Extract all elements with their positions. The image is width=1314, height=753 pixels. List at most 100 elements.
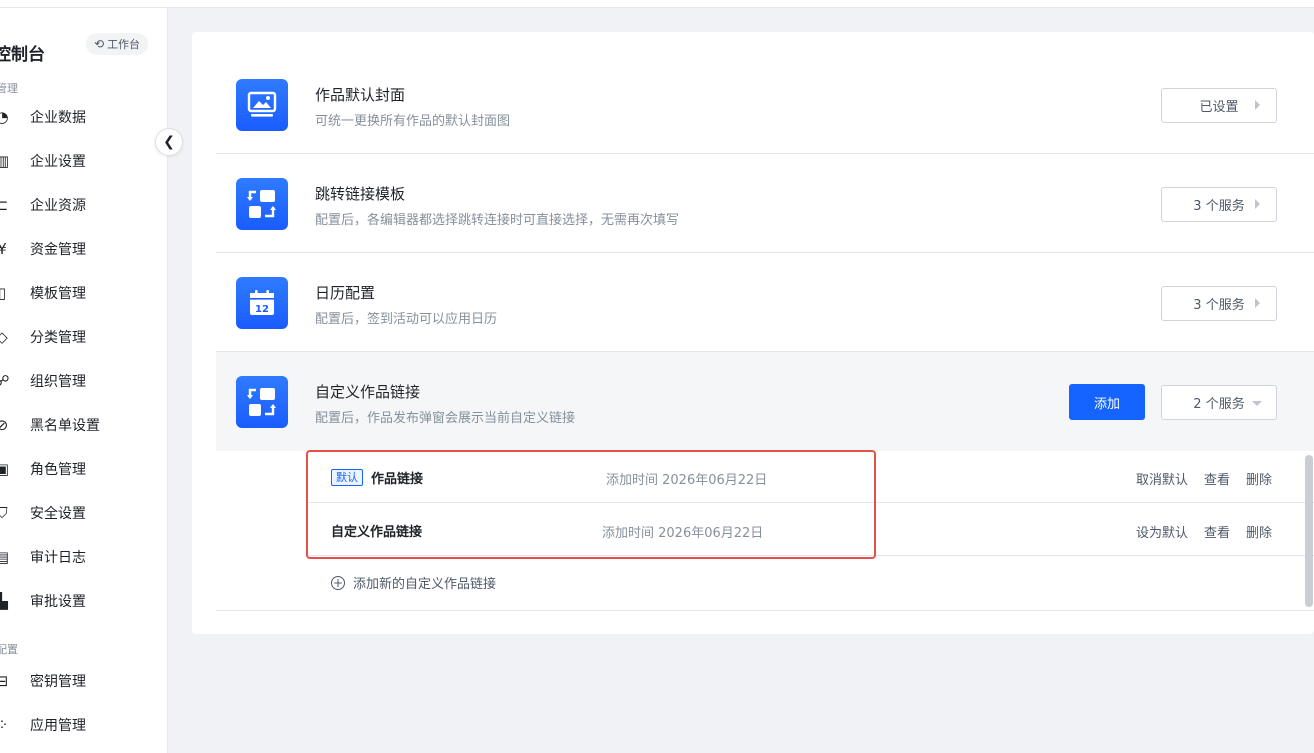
sidebar-item-label: 企业数据 [30, 110, 86, 126]
set-default-link[interactable]: 设为默认 [1136, 522, 1188, 541]
caret-down-icon [1252, 401, 1262, 406]
role-icon: ▣ [0, 460, 10, 478]
delete-link[interactable]: 删除 [1246, 469, 1272, 488]
list-item: 自定义作品链接 添加时间 2026年06月22日 设为默认 查看 删除 [307, 504, 1314, 556]
refresh-icon: ⟲ [94, 37, 105, 51]
setting-row-calendar: 12 日历配置 配置后，签到活动可以应用日历 3 个服务 [216, 253, 1314, 352]
sidebar-item-enterprise-settings[interactable]: ▥ 企业设置 [0, 139, 168, 183]
setting-desc: 配置后，签到活动可以应用日历 [315, 312, 498, 327]
add-custom-link-button[interactable]: 添加 [1069, 384, 1145, 420]
sidebar-item-organization[interactable]: ☍ 组织管理 [0, 359, 168, 403]
log-icon: ▤ [0, 548, 10, 566]
sidebar-item-enterprise-resources[interactable]: ⊏ 企业资源 [0, 183, 168, 227]
link-name: 默认 作品链接 [331, 468, 423, 487]
setting-title: 作品默认封面 [315, 86, 406, 104]
button-label: 已设置 [1199, 100, 1239, 115]
unset-default-link[interactable]: 取消默认 [1136, 469, 1188, 488]
brand-title: 控制台 [0, 45, 45, 65]
button-label: 2 个服务 [1193, 397, 1245, 412]
setting-desc: 可统一更换所有作品的默认封面图 [315, 114, 511, 129]
delete-link[interactable]: 删除 [1246, 522, 1272, 541]
setting-desc: 配置后，作品发布弹窗会展示当前自定义链接 [315, 411, 576, 426]
link-name-text: 作品链接 [371, 472, 424, 487]
setting-title: 跳转链接模板 [315, 185, 406, 203]
sidebar-item-label: 企业设置 [30, 154, 86, 170]
setting-row-custom-link: 自定义作品链接 配置后，作品发布弹窗会展示当前自定义链接 添加 2 个服务 [216, 352, 1314, 451]
caret-right-icon [1255, 199, 1260, 209]
link-name: 自定义作品链接 [331, 521, 422, 540]
link-template-services-button[interactable]: 3 个服务 [1161, 187, 1277, 222]
image-icon [236, 79, 288, 131]
sidebar-item-label: 审计日志 [30, 550, 86, 566]
sidebar-item-label: 分类管理 [30, 330, 86, 346]
sidebar-item-apps[interactable]: ⁘ 应用管理 [0, 703, 168, 747]
scrollbar-thumb[interactable] [1305, 455, 1313, 607]
view-link[interactable]: 查看 [1204, 522, 1230, 541]
nav-group-config: ⊟ 密钥管理 ⁘ 应用管理 [0, 659, 168, 747]
apps-icon: ⁘ [0, 716, 10, 734]
sidebar-item-approval[interactable]: ▙ 审批设置 [0, 579, 168, 623]
sidebar-item-label: 企业资源 [30, 198, 86, 214]
list-item: 默认 作品链接 添加时间 2026年06月22日 取消默认 查看 删除 [307, 451, 1314, 503]
sidebar-item-audit-log[interactable]: ▤ 审计日志 [0, 535, 168, 579]
calendar-day-number: 12 [255, 304, 269, 315]
key-icon: ⊟ [0, 672, 9, 690]
default-badge: 默认 [331, 469, 363, 486]
custom-link-services-dropdown[interactable]: 2 个服务 [1161, 385, 1277, 420]
sidebar-item-categories[interactable]: ◇ 分类管理 [0, 315, 168, 359]
pie-chart-icon: ◔ [0, 108, 9, 126]
stamp-icon: ▙ [0, 592, 8, 610]
sidebar-item-label: 模板管理 [30, 286, 86, 302]
group-label-config: 配置 [0, 643, 18, 656]
chevron-left-icon: ❮ [163, 134, 175, 150]
sidebar-item-label: 密钥管理 [30, 674, 86, 690]
template-icon: ▯ [0, 284, 7, 302]
building-icon: ▥ [0, 152, 10, 170]
button-label: 3 个服务 [1193, 199, 1245, 214]
view-link[interactable]: 查看 [1204, 469, 1230, 488]
sidebar-item-label: 资金管理 [30, 242, 86, 258]
sidebar-item-security[interactable]: ⛉ 安全设置 [0, 491, 168, 535]
setting-desc: 配置后，各编辑器都选择跳转连接时可直接选择，无需再次填写 [315, 213, 680, 228]
calendar-icon: 12 [236, 277, 288, 329]
add-new-custom-link[interactable]: + 添加新的自定义作品链接 [331, 573, 496, 592]
sidebar-item-label: 角色管理 [30, 462, 86, 478]
sidebar-item-templates[interactable]: ▯ 模板管理 [0, 271, 168, 315]
yen-icon: ¥ [0, 240, 7, 258]
list-scrollbar[interactable] [1304, 451, 1314, 609]
custom-link-list: 默认 作品链接 添加时间 2026年06月22日 取消默认 查看 删除 自定义作… [216, 451, 1314, 611]
sidebar-item-blacklist[interactable]: ⊘ 黑名单设置 [0, 403, 168, 447]
calendar-services-button[interactable]: 3 个服务 [1161, 286, 1277, 321]
cover-set-button[interactable]: 已设置 [1161, 88, 1277, 123]
plus-circle-icon: + [331, 575, 345, 590]
top-bar [0, 0, 1314, 8]
link-template-icon [236, 178, 288, 230]
link-actions: 设为默认 查看 删除 [1136, 522, 1272, 541]
button-label: 3 个服务 [1193, 298, 1245, 313]
sidebar-item-label: 黑名单设置 [30, 418, 100, 434]
link-added-time: 添加时间 2026年06月22日 [606, 473, 768, 488]
setting-title: 日历配置 [315, 284, 376, 302]
sidebar-collapse-button[interactable]: ❮ [155, 128, 183, 156]
setting-row-link-template: 跳转链接模板 配置后，各编辑器都选择跳转连接时可直接选择，无需再次填写 3 个服… [216, 154, 1314, 253]
group-label-manage: 管理 [0, 82, 18, 95]
link-actions: 取消默认 查看 删除 [1136, 469, 1272, 488]
link-added-time: 添加时间 2026年06月22日 [602, 526, 764, 541]
nav-group-manage: ◔ 企业数据 ▥ 企业设置 ⊏ 企业资源 ¥ 资金管理 ▯ 模板管理 ◇ 分类管理 ☍ 组织管… [0, 95, 168, 623]
settings-panel: 作品默认封面 可统一更换所有作品的默认封面图 已设置 跳转链接模板 配置后，各编… [192, 32, 1314, 634]
sidebar-item-roles[interactable]: ▣ 角色管理 [0, 447, 168, 491]
workbench-label: 工作台 [107, 38, 141, 51]
sidebar-item-label: 应用管理 [30, 718, 86, 734]
custom-link-icon [236, 376, 288, 428]
sidebar-item-enterprise-data[interactable]: ◔ 企业数据 [0, 95, 168, 139]
block-icon: ⊘ [0, 416, 9, 434]
sidebar-item-funds[interactable]: ¥ 资金管理 [0, 227, 168, 271]
caret-right-icon [1255, 298, 1260, 308]
sidebar-item-keys[interactable]: ⊟ 密钥管理 [0, 659, 168, 703]
caret-right-icon [1255, 100, 1260, 110]
setting-title: 自定义作品链接 [315, 383, 421, 401]
workbench-button[interactable]: ⟲ 工作台 [86, 33, 149, 55]
link-name-text: 自定义作品链接 [331, 525, 423, 540]
setting-row-default-cover: 作品默认封面 可统一更换所有作品的默认封面图 已设置 [216, 55, 1314, 154]
sidebar-item-label: 组织管理 [30, 374, 86, 390]
